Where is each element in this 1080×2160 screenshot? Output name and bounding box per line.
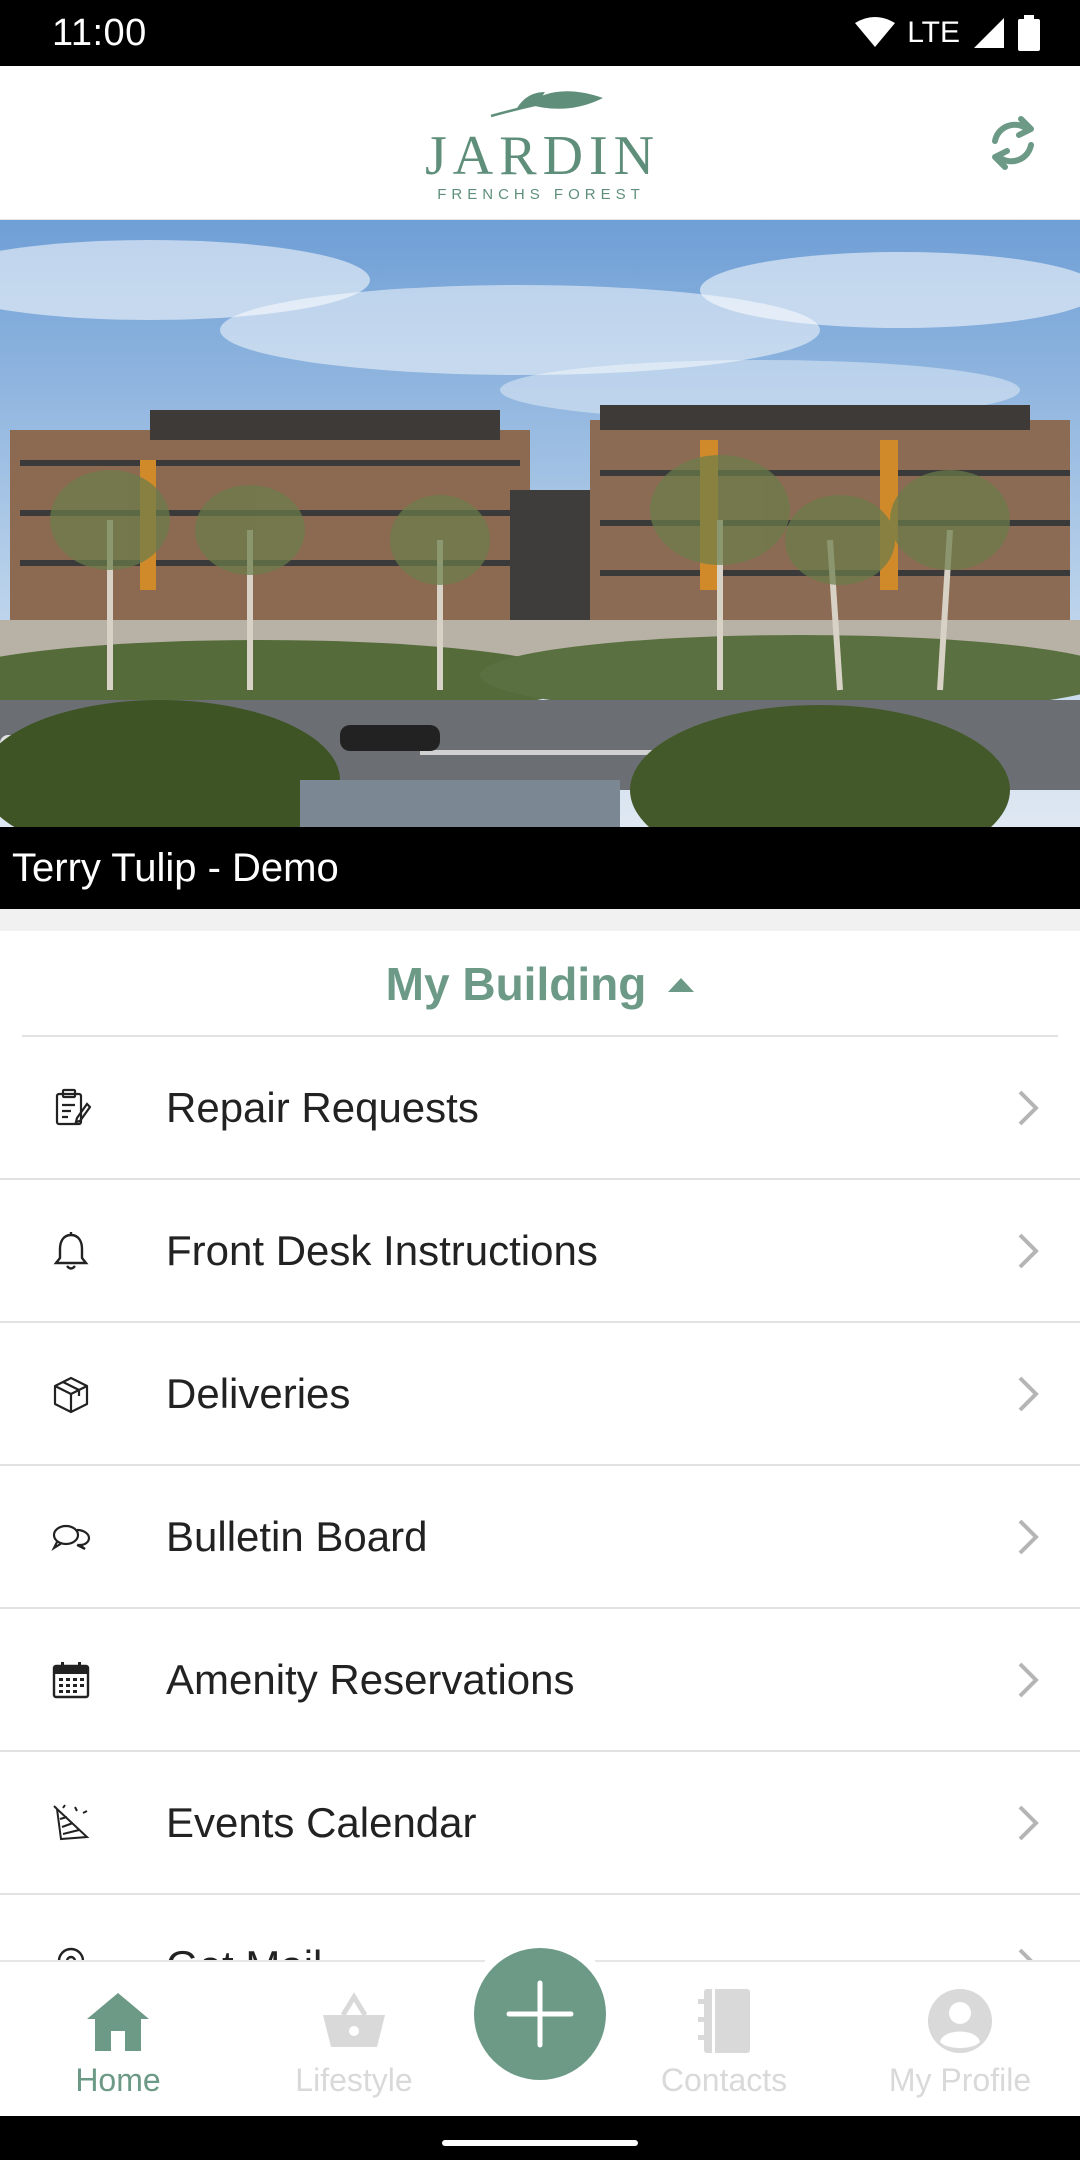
nav-contacts[interactable]: Contacts <box>624 1984 824 2099</box>
menu-item-bulletin-board[interactable]: Bulletin Board <box>0 1466 1080 1609</box>
jardin-logo: JARDIN FRENCHS FOREST <box>425 84 657 204</box>
chevron-right-icon <box>1018 1519 1039 1554</box>
nav-label: Home <box>75 2062 161 2098</box>
menu-item-label: Repair Requests <box>166 1083 479 1131</box>
signal-icon <box>974 18 1004 48</box>
chevron-right-icon <box>1018 1662 1039 1697</box>
menu-item-front-desk-instructions[interactable]: Front Desk Instructions <box>0 1180 1080 1323</box>
app-header: JARDIN FRENCHS FOREST <box>0 66 1080 220</box>
menu-item-amenity-reservations[interactable]: Amenity Reservations <box>0 1609 1080 1752</box>
nav-label: Contacts <box>660 2062 788 2098</box>
chevron-right-icon <box>1018 1090 1039 1125</box>
system-navigation-bar <box>0 2116 1080 2160</box>
status-time: 11:00 <box>52 11 147 54</box>
section-title: My Building <box>385 958 647 1010</box>
nav-label: My Profile <box>888 2062 1032 2098</box>
chevron-right-icon <box>1018 1233 1039 1268</box>
resident-name: Terry Tulip - Demo <box>0 827 1080 909</box>
logo-subtext: FRENCHS FOREST <box>437 186 645 203</box>
building-photo <box>0 220 1080 827</box>
add-button[interactable] <box>474 1948 606 2080</box>
bell-icon <box>46 1226 96 1276</box>
home-gesture-handle[interactable] <box>442 2140 638 2146</box>
repair-clipboard-icon <box>46 1083 96 1133</box>
menu-item-label: Front Desk Instructions <box>166 1226 598 1274</box>
chevron-right-icon <box>1018 1376 1039 1411</box>
menu-item-repair-requests[interactable]: Repair Requests <box>0 1037 1080 1180</box>
status-bar: 11:00 LTE <box>0 0 1080 66</box>
menu-item-label: Deliveries <box>166 1369 351 1417</box>
building-menu-list: Repair Requests Front Desk Instructions … <box>0 1037 1080 2038</box>
leaf-logo-icon <box>490 91 603 118</box>
my-building-toggle[interactable]: My Building <box>0 931 1080 1037</box>
menu-item-events-calendar[interactable]: Events Calendar <box>0 1752 1080 1895</box>
network-type: LTE <box>907 16 960 49</box>
menu-item-label: Bulletin Board <box>166 1512 428 1560</box>
user-avatar-icon <box>928 1989 992 2053</box>
menu-item-label: Amenity Reservations <box>166 1655 575 1703</box>
package-box-icon <box>46 1369 96 1419</box>
wifi-icon <box>855 17 896 47</box>
refresh-button[interactable] <box>982 112 1044 174</box>
chevron-right-icon <box>1018 1805 1039 1840</box>
menu-item-deliveries[interactable]: Deliveries <box>0 1323 1080 1466</box>
battery-icon <box>1018 15 1040 51</box>
nav-my-profile[interactable]: My Profile <box>860 1984 1060 2099</box>
home-icon <box>87 1993 149 2051</box>
nav-home[interactable]: Home <box>18 1984 218 2099</box>
shopping-basket-icon <box>323 1992 385 2047</box>
chat-bubbles-icon <box>46 1512 96 1562</box>
refresh-icon <box>992 116 1034 170</box>
nav-lifestyle[interactable]: Lifestyle <box>254 1984 454 2099</box>
logo-text: JARDIN <box>425 125 661 187</box>
plus-icon <box>506 1980 574 2048</box>
party-hat-icon <box>46 1798 96 1848</box>
calendar-icon <box>46 1655 96 1705</box>
divider <box>0 909 1080 931</box>
address-book-icon <box>698 1989 750 2053</box>
menu-item-label: Events Calendar <box>166 1798 477 1846</box>
nav-label: Lifestyle <box>295 2062 413 2098</box>
status-icons: LTE <box>855 15 1040 51</box>
caret-up-icon <box>668 978 695 992</box>
